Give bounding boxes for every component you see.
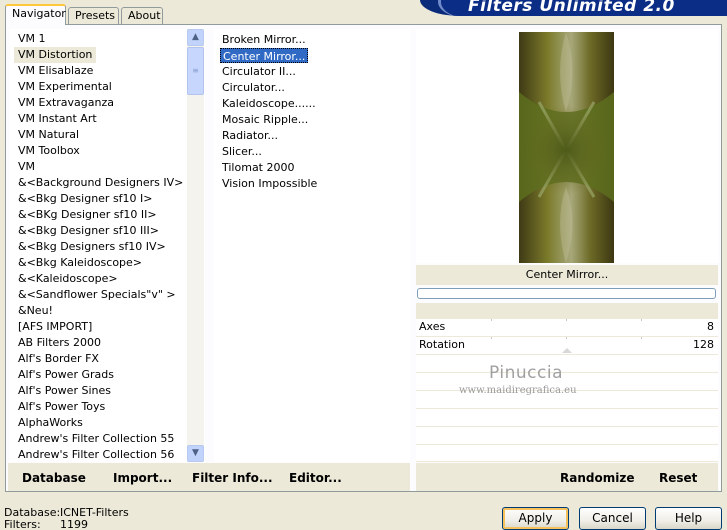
status-filters-label: Filters: (4, 518, 41, 530)
param-value-axes: 8 (707, 320, 714, 333)
slider-tick (491, 337, 492, 339)
category-item[interactable]: &<Bkg Designer sf10 III> (14, 223, 163, 239)
filter-item[interactable]: Kaleidoscope...... (220, 96, 318, 111)
category-item[interactable]: VM Toolbox (14, 143, 84, 159)
editor-button[interactable]: Editor... (289, 471, 342, 485)
apply-button[interactable]: Apply (502, 507, 569, 530)
right-toolbar: Randomize Reset (416, 463, 718, 491)
filter-item[interactable]: Radiator... (220, 128, 280, 143)
preview-image (519, 32, 614, 263)
title-banner: Filters Unlimited 2.0 (420, 0, 727, 16)
category-item[interactable]: Andrew's Filter Collection 56 (14, 447, 178, 463)
slider-tick (641, 319, 642, 321)
category-item[interactable]: [AFS IMPORT] (14, 319, 96, 335)
category-item[interactable]: &<Bkg Designer sf10 I> (14, 191, 157, 207)
selected-filter-name: Center Mirror... (416, 265, 718, 285)
tab-navigator[interactable]: Navigator (5, 4, 66, 25)
category-item[interactable]: AlphaWorks (14, 415, 87, 431)
scroll-down-button[interactable]: ▼ (187, 445, 204, 462)
filter-item[interactable]: Mosaic Ripple... (220, 112, 310, 127)
category-item[interactable]: Alf's Border FX (14, 351, 103, 367)
status-filters: Filters: 1199 (4, 518, 88, 530)
import-button[interactable]: Import... (113, 471, 172, 485)
category-item[interactable]: Alf's Power Sines (14, 383, 115, 399)
randomize-button[interactable]: Randomize (560, 471, 634, 485)
category-item[interactable]: &<BKg Designer sf10 II> (14, 207, 161, 223)
category-item[interactable]: Alf's Power Grads (14, 367, 118, 383)
filter-item[interactable]: Circulator II... (220, 64, 298, 79)
filter-item[interactable]: Vision Impossible (220, 176, 319, 191)
reset-button[interactable]: Reset (659, 471, 697, 485)
scroll-thumb[interactable]: ≡ (187, 47, 204, 95)
category-item[interactable]: &<Bkg Kaleidoscope> (14, 255, 146, 271)
param-row-empty (416, 409, 718, 426)
param-row-empty (416, 355, 718, 372)
category-item[interactable]: VM Elisablaze (14, 63, 97, 79)
left-toolbar: Database Import... Filter Info... Editor… (8, 463, 410, 491)
watermark-url: www.maidiregrafica.eu (459, 385, 577, 396)
category-item[interactable]: VM Instant Art (14, 111, 101, 127)
slider-tick (566, 319, 567, 321)
filter-item[interactable]: Center Mirror... (220, 48, 309, 63)
filter-item[interactable]: Slicer... (220, 144, 264, 159)
param-label-axes: Axes (419, 320, 446, 333)
category-item[interactable]: VM (14, 159, 39, 175)
param-value-rotation: 128 (693, 338, 714, 351)
category-item[interactable]: Alf's Power Toys (14, 399, 109, 415)
category-item[interactable]: &Neu! (14, 303, 57, 319)
category-item[interactable]: &<Background Designers IV> (14, 175, 187, 191)
param-label-rotation: Rotation (419, 338, 466, 351)
filter-item[interactable]: Broken Mirror... (220, 32, 308, 47)
category-item[interactable]: VM Experimental (14, 79, 116, 95)
category-item[interactable]: &<Bkg Designers sf10 IV> (14, 239, 170, 255)
category-item[interactable]: Andrew's Filter Collection 55 (14, 431, 178, 447)
scroll-up-button[interactable]: ▲ (187, 29, 204, 46)
param-row-axes[interactable]: Axes 8 (416, 319, 718, 336)
slider-tick (491, 319, 492, 321)
help-button[interactable]: Help (655, 507, 722, 530)
param-row-empty (416, 427, 718, 444)
database-button[interactable]: Database (22, 471, 86, 485)
category-scrollbar[interactable]: ▲ ≡ ▼ (187, 29, 204, 462)
category-item[interactable]: &<Sandflower Specials"v" > (14, 287, 180, 303)
category-item[interactable]: AB Filters 2000 (14, 335, 105, 351)
filter-item[interactable]: Circulator... (220, 80, 287, 95)
tab-presets[interactable]: Presets (68, 7, 119, 24)
rotation-slider-thumb[interactable] (562, 348, 572, 353)
category-item[interactable]: VM 1 (14, 31, 50, 47)
parameters-panel: Axes 8 Rotation 128 (416, 303, 718, 462)
slider-tick (641, 337, 642, 339)
param-row-empty (416, 445, 718, 461)
filter-item[interactable]: Tilomat 2000 (220, 160, 296, 175)
tab-about[interactable]: About (121, 7, 163, 24)
progress-bar (417, 288, 716, 299)
status-filters-value: 1199 (60, 518, 88, 530)
category-item[interactable]: VM Extravaganza (14, 95, 118, 111)
category-list[interactable]: VM 1 VM Distortion VM Elisablaze VM Experim… (10, 29, 205, 462)
category-item[interactable]: VM Natural (14, 127, 83, 143)
watermark-name: Pinuccia (489, 363, 563, 383)
app-title: Filters Unlimited 2.0 (468, 0, 675, 16)
cancel-button[interactable]: Cancel (579, 507, 646, 530)
slider-tick (566, 337, 567, 339)
category-item[interactable]: VM Distortion (14, 47, 97, 63)
category-item[interactable]: &<Kaleidoscope> (14, 271, 122, 287)
filter-info-button[interactable]: Filter Info... (192, 471, 273, 485)
filter-list[interactable]: Broken Mirror... Center Mirror... Circulat… (214, 29, 410, 462)
